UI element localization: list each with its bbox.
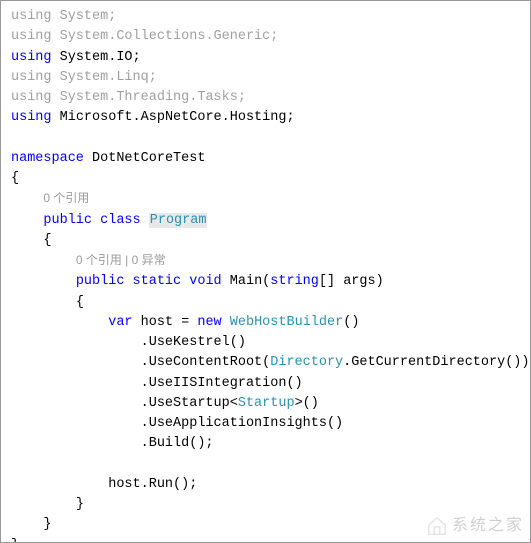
chain-call: .UseIISIntegration() [11, 374, 520, 394]
namespace-ref: System.Linq [60, 70, 149, 85]
brace-open: { [11, 169, 520, 189]
using-line: using System.IO; [11, 48, 520, 68]
usekestrel: .UseKestrel() [141, 335, 246, 350]
namespace-ref: System.Collections.Generic [60, 29, 271, 44]
brace-close: } [11, 515, 520, 535]
param-name: args [343, 274, 375, 289]
keyword-public: public [76, 274, 125, 289]
keyword-void: void [189, 274, 221, 289]
chain-call: .UseApplicationInsights() [11, 414, 520, 434]
usestartup-pre: .UseStartup< [141, 396, 238, 411]
keyword-class: class [100, 213, 141, 228]
chain-call: .UseContentRoot(Directory.GetCurrentDire… [11, 353, 520, 373]
brace-open: { [11, 293, 520, 313]
method-decl: public static void Main(string[] args) [11, 272, 520, 292]
method-name: Main [230, 274, 262, 289]
using-line: using Microsoft.AspNetCore.Hosting; [11, 108, 520, 128]
class-decl: public class Program [11, 211, 520, 231]
codelens-main[interactable]: 0 个引用 | 0 异常 [76, 253, 166, 267]
keyword-using: using [11, 29, 52, 44]
using-line: using System.Threading.Tasks; [11, 88, 520, 108]
var-decl: var host = new WebHostBuilder() [11, 313, 520, 333]
using-line: using System.Collections.Generic; [11, 27, 520, 47]
keyword-static: static [133, 274, 182, 289]
namespace-name: DotNetCoreTest [92, 151, 205, 166]
usecontentroot: .UseContentRoot( [141, 355, 271, 370]
getcurrentdir: .GetCurrentDirectory()) [343, 355, 529, 370]
class-name: Program [149, 213, 208, 228]
namespace-ref: System [60, 9, 109, 24]
namespace-line: namespace DotNetCoreTest [11, 149, 520, 169]
host-run: host.Run(); [108, 477, 197, 492]
codelens-line: 0 个引用 | 0 异常 [11, 251, 520, 272]
chain-call: .UseKestrel() [11, 333, 520, 353]
keyword-using: using [11, 50, 52, 65]
using-line: using System.Linq; [11, 68, 520, 88]
codelens-line: 0 个引用 [11, 189, 520, 210]
blank-line [11, 129, 520, 149]
keyword-var: var [108, 315, 132, 330]
chain-call: .Build(); [11, 434, 520, 454]
namespace-ref: System.IO [60, 50, 133, 65]
code-editor: using System; using System.Collections.G… [0, 0, 531, 543]
keyword-public: public [43, 213, 92, 228]
var-name: host [141, 315, 173, 330]
useiis: .UseIISIntegration() [141, 376, 303, 391]
keyword-using: using [11, 70, 52, 85]
keyword-using: using [11, 9, 52, 24]
blank-line [11, 455, 520, 475]
brace-close: } [11, 495, 520, 515]
type-startup: Startup [238, 396, 295, 411]
namespace-ref: System.Threading.Tasks [60, 90, 238, 105]
brace-close: } [11, 536, 520, 543]
keyword-using: using [11, 90, 52, 105]
useappinsights: .UseApplicationInsights() [141, 416, 344, 431]
namespace-ref: Microsoft.AspNetCore.Hosting [60, 110, 287, 125]
build: .Build(); [141, 436, 214, 451]
codelens-class[interactable]: 0 个引用 [43, 191, 89, 205]
keyword-namespace: namespace [11, 151, 84, 166]
usestartup-post: >() [295, 396, 319, 411]
chain-call: .UseStartup<Startup>() [11, 394, 520, 414]
stmt: host.Run(); [11, 475, 520, 495]
keyword-string: string [270, 274, 319, 289]
brace-open: { [11, 231, 520, 251]
type-webhostbuilder: WebHostBuilder [230, 315, 343, 330]
keyword-using: using [11, 110, 52, 125]
using-line: using System; [11, 7, 520, 27]
keyword-new: new [197, 315, 221, 330]
type-directory: Directory [270, 355, 343, 370]
